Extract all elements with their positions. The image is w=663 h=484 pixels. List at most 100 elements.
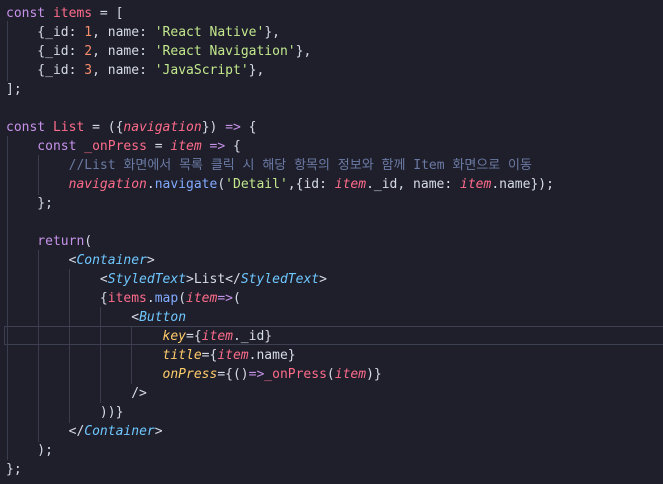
code-token: items: [52, 6, 93, 21]
code-token: );: [6, 443, 53, 458]
code-line[interactable]: <Button: [6, 308, 186, 327]
code-token: item: [460, 177, 492, 192]
code-token: ={(): [217, 367, 249, 382]
code-token: .: [146, 177, 155, 192]
code-token: item: [334, 367, 367, 382]
code-editor[interactable]: const items = [ {_id: 1, name: 'React Na…: [0, 0, 663, 484]
code-token: //List 화면에서 목록 클릭 시 해당 항목의 정보와 함께 Item 화…: [6, 158, 532, 173]
code-token: :: [68, 44, 85, 59]
code-line[interactable]: {items.map(item=>(: [6, 289, 241, 308]
code-token: {: [6, 44, 46, 59]
code-token: _onPress: [84, 139, 147, 154]
code-line[interactable]: };: [6, 460, 22, 479]
code-token: ];: [6, 82, 22, 97]
code-line[interactable]: //List 화면에서 목록 클릭 시 해당 항목의 정보와 함께 Item 화…: [6, 156, 532, 175]
code-line[interactable]: navigation.navigate('Detail',{id: item._…: [6, 175, 554, 194]
code-token: =>: [248, 367, 265, 382]
code-line[interactable]: ];: [6, 80, 22, 99]
code-token: item: [186, 291, 218, 306]
code-token: title: [6, 348, 202, 363]
code-token: ))}: [6, 405, 124, 420]
code-token: )}: [366, 367, 382, 382]
code-token: navigation: [6, 177, 147, 192]
code-token: navigate: [154, 177, 218, 192]
code-token: ={: [201, 348, 218, 363]
code-token: onPress: [6, 367, 218, 382]
code-token: },: [248, 63, 265, 78]
code-token: return: [6, 234, 85, 249]
code-token: (: [178, 291, 187, 306]
code-token: Container: [76, 253, 147, 268]
code-token: _id: [45, 63, 69, 78]
code-line[interactable]: const items = [: [6, 4, 123, 23]
code-line[interactable]: </Container>: [6, 422, 163, 441]
code-token: =: [146, 139, 171, 154]
code-token: {: [6, 25, 46, 40]
code-token: <: [6, 253, 77, 268]
code-token: >: [319, 272, 327, 287]
code-token: = ({: [84, 120, 124, 135]
code-token: =>: [209, 139, 226, 154]
code-token: StyledText: [240, 272, 320, 287]
code-line[interactable]: <StyledText>List</StyledText>: [6, 270, 327, 289]
code-token: {: [225, 139, 241, 154]
code-token: item: [170, 139, 202, 154]
code-token: const: [6, 139, 85, 154]
code-token: , name:: [92, 25, 155, 40]
code-line[interactable]: );: [6, 441, 53, 460]
code-line[interactable]: ))}: [6, 403, 124, 422]
code-line[interactable]: {_id: 2, name: 'React Navigation'},: [6, 42, 311, 61]
code-token: 'JavaScript': [154, 63, 249, 78]
code-line[interactable]: />: [6, 384, 147, 403]
code-line[interactable]: };: [6, 194, 53, 213]
code-line[interactable]: const List = ({navigation}) => {: [6, 118, 257, 137]
code-token: 2: [84, 44, 93, 59]
code-token: key: [6, 329, 187, 344]
code-token: (: [233, 291, 241, 306]
code-token: >: [154, 424, 163, 439]
code-token: StyledText: [107, 272, 187, 287]
code-token: _id: [45, 25, 69, 40]
code-token: ={: [186, 329, 202, 344]
code-token: =>: [217, 291, 233, 306]
code-token: List: [52, 120, 85, 135]
code-token: </: [6, 424, 85, 439]
code-token: item: [334, 177, 367, 192]
code-token: />: [6, 386, 147, 401]
code-token: items: [107, 291, 147, 306]
code-token: >: [146, 253, 155, 268]
code-token: <: [6, 272, 108, 287]
code-token: item: [201, 329, 233, 344]
code-token: , name:: [92, 63, 155, 78]
code-token: navigation: [123, 120, 202, 135]
code-token: Container: [84, 424, 155, 439]
code-token: item: [217, 348, 249, 363]
code-token: ._id, name:: [366, 177, 460, 192]
code-token: _onPress: [264, 367, 327, 382]
code-token: <: [6, 310, 140, 325]
code-line[interactable]: title={item.name}: [6, 346, 296, 365]
code-token: const: [6, 6, 53, 21]
code-token: _id: [45, 44, 69, 59]
code-token: Button: [139, 310, 187, 325]
code-token: };: [6, 462, 22, 477]
code-line[interactable]: <Container>: [6, 251, 155, 270]
code-line[interactable]: return(: [6, 232, 92, 251]
code-token: }): [201, 120, 226, 135]
code-line[interactable]: {_id: 1, name: 'React Native'},: [6, 23, 280, 42]
code-line[interactable]: onPress={()=>_onPress(item)}: [6, 365, 382, 384]
code-token: 3: [84, 63, 93, 78]
code-line[interactable]: key={item._id}: [6, 327, 273, 346]
code-token: .name}: [248, 348, 296, 363]
code-line[interactable]: {_id: 3, name: 'JavaScript'},: [6, 61, 264, 80]
code-token: .: [146, 291, 155, 306]
code-token: {: [6, 63, 46, 78]
code-token: },: [264, 25, 280, 40]
code-token: ,{id:: [287, 177, 335, 192]
code-token: .name});: [491, 177, 554, 192]
code-line[interactable]: const _onPress = item => {: [6, 137, 241, 156]
code-token: 'React Navigation': [154, 44, 296, 59]
code-token: = [: [92, 6, 124, 21]
code-token: ._id}: [232, 329, 273, 344]
